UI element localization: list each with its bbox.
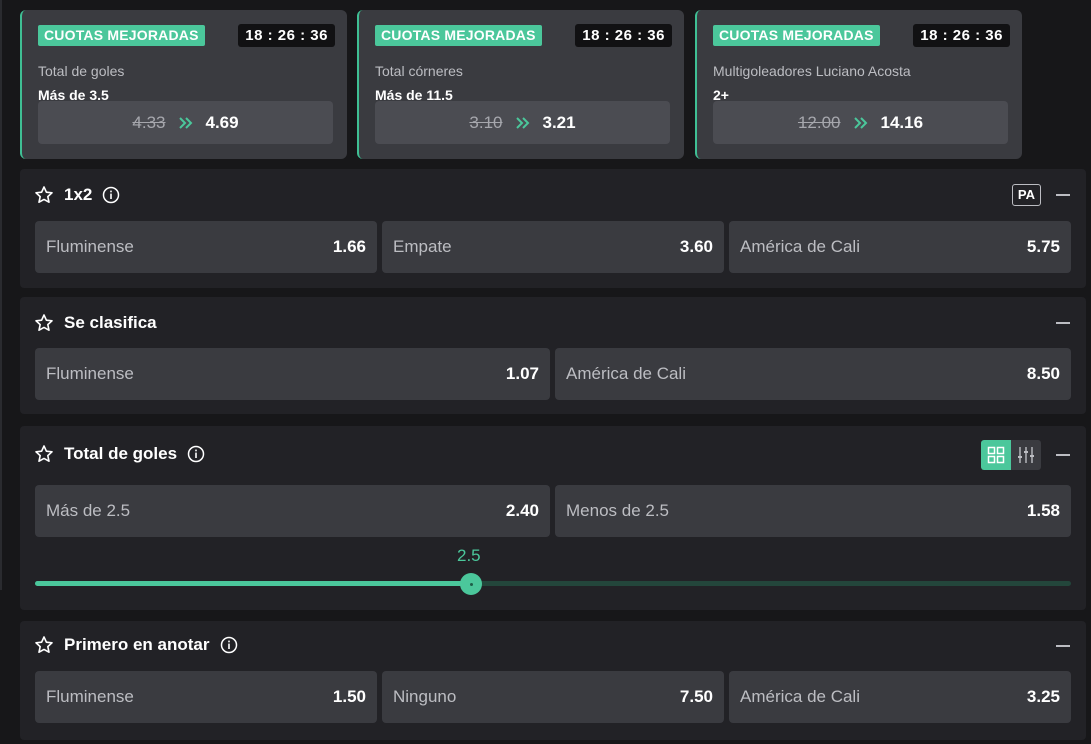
odd-value: 7.50 (679, 687, 713, 706)
odd-button[interactable]: Fluminense 1.66 (35, 221, 377, 273)
info-circle-icon[interactable] (220, 636, 238, 654)
boost-card-2: CUOTAS MEJORADAS 18 : 26 : 36 Total córn… (357, 10, 684, 159)
boost-old-odd: 4.33 (132, 112, 166, 132)
market-title: Se clasifica (64, 313, 157, 332)
boost-timer: 18 : 26 : 36 (913, 24, 1010, 47)
market-se-clasifica: Se clasifica Fluminense 1.07 América de … (20, 297, 1086, 414)
boost-timer: 18 : 26 : 36 (238, 24, 335, 47)
market-title: Primero en anotar (64, 635, 210, 654)
minus-icon[interactable] (1056, 194, 1070, 196)
odd-name: Menos de 2.5 (566, 501, 670, 520)
boost-new-odd: 3.21 (542, 112, 576, 132)
boost-tag: CUOTAS MEJORADAS (713, 25, 880, 46)
odd-button[interactable]: América de Cali 3.25 (729, 671, 1071, 723)
market-title: 1x2 (64, 185, 93, 204)
odd-name: Fluminense (46, 364, 134, 383)
view-toggle (981, 440, 1041, 470)
odd-button[interactable]: Fluminense 1.50 (35, 671, 377, 723)
market-primero-en-anotar: Primero en anotar Fluminense 1.50 Ningun… (20, 621, 1086, 740)
boost-tag: CUOTAS MEJORADAS (375, 25, 542, 46)
odd-value: 8.50 (1026, 364, 1060, 383)
boost-card-1: CUOTAS MEJORADAS 18 : 26 : 36 Total de g… (20, 10, 347, 159)
odd-button[interactable]: América de Cali 8.50 (555, 348, 1071, 400)
info-circle-icon[interactable] (187, 445, 205, 463)
left-edge-divider (0, 0, 8, 744)
pa-badge[interactable]: PA (1011, 184, 1041, 206)
market-total-de-goles: Total de goles Más de 2.5 2.40 Menos de … (20, 426, 1086, 610)
market-1x2: 1x2 PA Fluminense 1.66 Empate 3.60 Améri… (20, 169, 1086, 288)
odd-name: Empate (393, 237, 452, 256)
double-chevron-right-icon (853, 116, 867, 129)
odd-value: 1.50 (332, 687, 366, 706)
odd-value: 3.25 (1026, 687, 1060, 706)
odd-value: 1.58 (1026, 501, 1060, 520)
star-outline-icon[interactable] (34, 313, 54, 333)
odd-value: 1.66 (332, 237, 366, 256)
boost-timer: 18 : 26 : 36 (575, 24, 672, 47)
double-chevron-right-icon (178, 116, 192, 129)
odd-button[interactable]: Fluminense 1.07 (35, 348, 550, 400)
boost-odd-button[interactable]: 4.33 4.69 (38, 101, 333, 144)
odd-value: 2.40 (505, 501, 539, 520)
odd-button[interactable]: Ninguno 7.50 (382, 671, 724, 723)
boost-new-odd: 14.16 (880, 112, 924, 132)
odd-button[interactable]: Menos de 2.5 1.58 (555, 485, 1071, 537)
market-header: Primero en anotar (34, 621, 238, 669)
odd-name: Fluminense (46, 687, 134, 706)
odd-name: Más de 2.5 (46, 501, 131, 520)
minus-icon[interactable] (1056, 322, 1070, 324)
odd-button[interactable]: Más de 2.5 2.40 (35, 485, 550, 537)
odd-button[interactable]: Empate 3.60 (382, 221, 724, 273)
sliders-icon (1018, 447, 1034, 463)
odd-value: 3.60 (679, 237, 713, 256)
slider-view-button[interactable] (1011, 440, 1041, 470)
odd-name: Fluminense (46, 237, 134, 256)
grid-view-button[interactable] (981, 440, 1011, 470)
grid-icon (987, 446, 1005, 464)
star-outline-icon[interactable] (34, 185, 54, 205)
boost-card-3: CUOTAS MEJORADAS 18 : 26 : 36 Multigolea… (695, 10, 1022, 159)
boost-old-odd: 3.10 (469, 112, 503, 132)
odd-button[interactable]: América de Cali 5.75 (729, 221, 1071, 273)
slider-value-label: 2.5 (457, 546, 481, 565)
odd-value: 1.07 (505, 364, 539, 383)
boost-tag: CUOTAS MEJORADAS (38, 25, 205, 46)
boost-odd-button[interactable]: 3.10 3.21 (375, 101, 670, 144)
boost-new-odd: 4.69 (205, 112, 239, 132)
boost-market: Multigoleadores Luciano Acosta (713, 63, 911, 79)
star-outline-icon[interactable] (34, 444, 54, 464)
minus-icon[interactable] (1056, 645, 1070, 647)
boost-market: Total córneres (375, 63, 463, 79)
boost-odd-button[interactable]: 12.00 14.16 (713, 101, 1008, 144)
market-header: Se clasifica (34, 297, 157, 349)
market-header: 1x2 (34, 169, 120, 221)
minus-icon[interactable] (1056, 454, 1070, 456)
odd-name: América de Cali (740, 687, 860, 706)
market-title: Total de goles (64, 444, 178, 463)
market-header: Total de goles (34, 426, 205, 482)
slider-track-fill (35, 581, 472, 586)
boost-market: Total de goles (38, 63, 125, 79)
star-outline-icon[interactable] (34, 635, 54, 655)
boost-old-odd: 12.00 (797, 112, 841, 132)
slider-thumb[interactable] (460, 573, 483, 595)
odd-value: 5.75 (1026, 237, 1060, 256)
odd-name: América de Cali (740, 237, 860, 256)
odd-name: América de Cali (566, 364, 686, 383)
info-circle-icon[interactable] (102, 186, 120, 204)
double-chevron-right-icon (515, 116, 529, 129)
odd-name: Ninguno (393, 687, 457, 706)
